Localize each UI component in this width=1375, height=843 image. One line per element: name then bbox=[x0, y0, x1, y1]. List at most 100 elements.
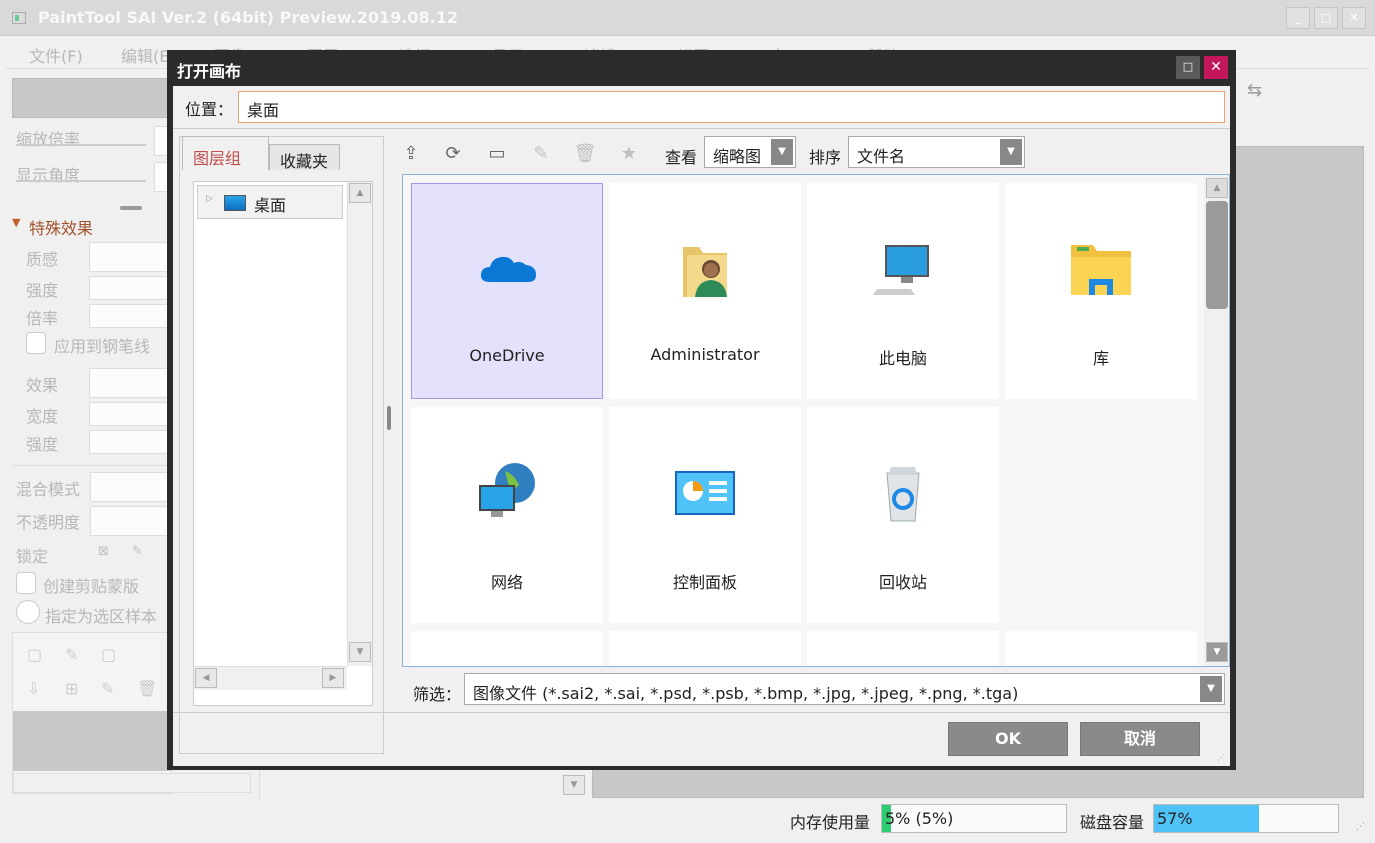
resize-grip-icon[interactable]: ⋰ bbox=[1217, 753, 1227, 763]
sel-sample-label: 指定为选区样本 bbox=[45, 607, 158, 626]
scroll-up-button[interactable]: ▲ bbox=[1206, 178, 1228, 198]
menu-file[interactable]: 文件(F) bbox=[29, 43, 83, 67]
effects-header[interactable]: 特殊效果 bbox=[29, 215, 93, 239]
width-field[interactable] bbox=[89, 402, 169, 426]
clip-checkbox[interactable] bbox=[16, 572, 36, 594]
clear-icon[interactable]: ✎ bbox=[101, 679, 114, 698]
collapse-arrow-icon[interactable]: ▼ bbox=[12, 216, 20, 229]
layer-list[interactable] bbox=[13, 711, 171, 771]
merge-down-icon[interactable]: ⇩ bbox=[27, 679, 40, 698]
app-titlebar: PaintTool SAI Ver.2 (64bit) Preview.2019… bbox=[0, 0, 1375, 36]
network-icon bbox=[479, 463, 535, 517]
blend-field[interactable] bbox=[90, 472, 170, 502]
add-mask-icon[interactable]: ⊞ bbox=[65, 679, 78, 698]
file-item-label: OneDrive bbox=[469, 346, 545, 365]
tree-vscrollbar[interactable]: ▲ ▼ bbox=[347, 182, 372, 666]
grid-vscrollbar[interactable]: ▲ ▼ bbox=[1204, 175, 1229, 666]
file-item-partial[interactable] bbox=[1005, 631, 1197, 666]
maximize-button[interactable]: □ bbox=[1314, 7, 1338, 29]
dialog-close-button[interactable]: ✕ bbox=[1204, 56, 1228, 79]
pane-splitter[interactable] bbox=[387, 406, 391, 430]
ok-button[interactable]: OK bbox=[948, 722, 1068, 756]
app-icon bbox=[12, 12, 26, 24]
strength2-field[interactable] bbox=[89, 430, 169, 454]
file-item-control-panel[interactable]: 控制面板 bbox=[609, 407, 801, 623]
scale-field[interactable] bbox=[89, 304, 169, 328]
canvas-scroll-down-button[interactable]: ▼ bbox=[563, 775, 585, 795]
divider bbox=[12, 465, 172, 466]
effect-field[interactable] bbox=[89, 368, 169, 398]
filter-select[interactable]: 图像文件 (*.sai2, *.sai, *.psd, *.psb, *.bmp… bbox=[464, 673, 1225, 705]
opacity-field[interactable] bbox=[90, 506, 170, 536]
tree-item-desktop[interactable]: ▷ 桌面 bbox=[197, 185, 343, 219]
disk-value: 57% bbox=[1157, 809, 1193, 828]
file-item-this-pc[interactable]: 此电脑 bbox=[807, 183, 999, 399]
file-item-library[interactable]: 库 bbox=[1005, 183, 1197, 399]
file-item-network[interactable]: 网络 bbox=[411, 407, 603, 623]
file-item-recycle-bin[interactable]: 回收站 bbox=[807, 407, 999, 623]
view-label: 查看 bbox=[665, 148, 698, 167]
new-pen-layer-icon[interactable]: ✎ bbox=[65, 645, 78, 664]
new-folder-icon[interactable]: ▢ bbox=[101, 645, 116, 664]
tab-favorites[interactable]: 收藏夹 bbox=[269, 144, 340, 171]
sort-select[interactable]: 文件名 ▼ bbox=[848, 136, 1025, 168]
lock-transparency-icon[interactable]: ⊠ bbox=[98, 544, 109, 559]
delete-icon[interactable]: 🗑 bbox=[573, 142, 597, 166]
tree-hscrollbar[interactable]: ◀ ▶ bbox=[194, 666, 347, 690]
file-item-partial[interactable] bbox=[411, 631, 603, 666]
file-item-label: 此电脑 bbox=[878, 349, 927, 368]
rename-icon[interactable]: ✎ bbox=[529, 142, 553, 166]
control-panel-icon bbox=[675, 471, 735, 515]
zoom-label: 缩放倍率 bbox=[16, 130, 81, 149]
expand-arrow-icon[interactable]: ▷ bbox=[206, 194, 213, 204]
memory-label: 内存使用量 bbox=[790, 813, 871, 832]
trash-icon[interactable]: 🗑 bbox=[137, 679, 157, 698]
scroll-right-button[interactable]: ▶ bbox=[322, 668, 344, 688]
folder-pane: 图层组 收藏夹 ▷ 桌面 ▲ ▼ ◀ ▶ bbox=[179, 136, 384, 754]
scroll-down-button[interactable]: ▼ bbox=[349, 642, 371, 662]
disk-label: 磁盘容量 bbox=[1080, 813, 1145, 832]
sel-sample-radio[interactable] bbox=[16, 600, 40, 624]
recycle-bin-icon bbox=[886, 467, 920, 522]
minimize-button[interactable]: _ bbox=[1286, 7, 1310, 29]
scroll-left-button[interactable]: ◀ bbox=[195, 668, 217, 688]
texture-label: 质感 bbox=[26, 250, 59, 269]
close-button[interactable]: ✕ bbox=[1342, 7, 1366, 29]
resize-grip-icon[interactable]: ⋰ bbox=[1356, 822, 1365, 832]
new-layer-icon[interactable]: ▢ bbox=[27, 645, 42, 664]
tree-item-label: 桌面 bbox=[254, 196, 287, 215]
file-item-partial[interactable] bbox=[609, 631, 801, 666]
dialog-maximize-button[interactable]: □ bbox=[1176, 56, 1200, 79]
file-item-onedrive[interactable]: OneDrive bbox=[411, 183, 603, 399]
zoom-slider[interactable] bbox=[16, 144, 146, 146]
lock-pen-icon[interactable]: ✎ bbox=[132, 544, 143, 559]
new-folder-icon[interactable]: ▭ bbox=[485, 142, 509, 166]
divider bbox=[173, 712, 1230, 713]
up-folder-icon[interactable]: ⇪ bbox=[399, 142, 423, 166]
sort-label: 排序 bbox=[809, 148, 842, 167]
swap-icon[interactable]: ⇆ bbox=[1247, 80, 1262, 101]
scroll-thumb[interactable] bbox=[1206, 201, 1228, 309]
tab-layer-groups[interactable]: 图层组 bbox=[182, 136, 269, 170]
disk-bar: 57% bbox=[1153, 804, 1339, 833]
memory-value: 5% (5%) bbox=[885, 809, 954, 828]
scroll-down-button[interactable]: ▼ bbox=[1206, 642, 1228, 662]
apply-pen-checkbox[interactable] bbox=[26, 332, 46, 354]
computer-icon bbox=[873, 245, 929, 295]
file-item-administrator[interactable]: Administrator bbox=[609, 183, 801, 399]
chevron-down-icon: ▼ bbox=[771, 139, 793, 165]
scroll-up-button[interactable]: ▲ bbox=[349, 183, 371, 203]
refresh-icon[interactable]: ⟳ bbox=[441, 142, 465, 166]
view-select[interactable]: 缩略图 ▼ bbox=[704, 136, 796, 168]
cancel-button[interactable]: 取消 bbox=[1080, 722, 1200, 756]
memory-bar: 5% (5%) bbox=[881, 804, 1067, 833]
file-item-partial[interactable] bbox=[807, 631, 999, 666]
location-input[interactable]: 桌面 bbox=[238, 91, 1225, 123]
strength-field[interactable] bbox=[89, 276, 169, 300]
opacity-label: 不透明度 bbox=[16, 513, 81, 532]
layer-hscrollbar[interactable] bbox=[13, 773, 251, 793]
favorite-star-icon[interactable]: ★ bbox=[617, 142, 641, 166]
texture-field[interactable] bbox=[89, 242, 169, 272]
panel-splitter[interactable] bbox=[120, 206, 142, 210]
angle-slider[interactable] bbox=[16, 180, 146, 182]
